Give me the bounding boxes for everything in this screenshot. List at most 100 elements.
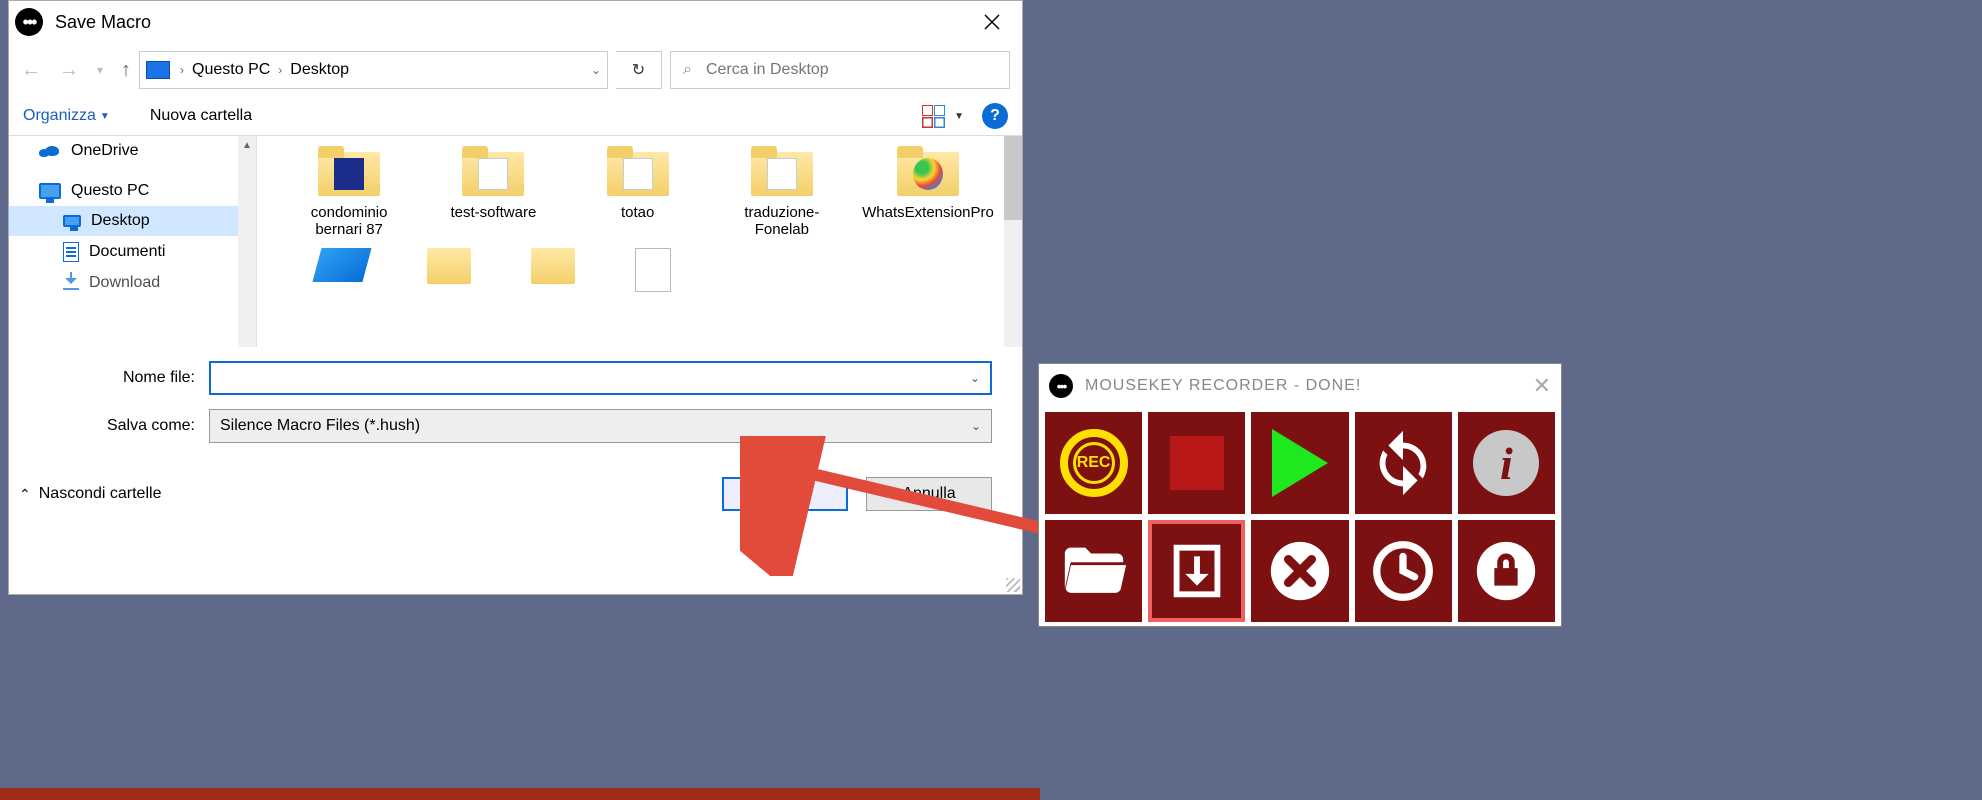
view-icon <box>922 105 944 127</box>
saveas-label: Salva come: <box>39 417 209 435</box>
save-button[interactable]: Salva <box>722 477 848 511</box>
folder-item[interactable]: totao <box>576 146 700 238</box>
nav-scrollbar[interactable]: ▲ <box>238 136 256 347</box>
nav-documents[interactable]: Documenti <box>9 236 256 268</box>
dropdown-icon: ▼ <box>954 111 964 122</box>
folder-icon <box>318 146 380 196</box>
chevron-icon: › <box>180 63 184 77</box>
folder-item[interactable]: WhatsExtensionPro <box>864 146 992 238</box>
file-label: WhatsExtensionPro <box>862 204 994 221</box>
new-folder-button[interactable]: Nuova cartella <box>150 107 252 125</box>
organize-menu[interactable]: Organizza ▼ <box>23 107 110 125</box>
nav-pane: OneDrive Questo PC Desktop Documenti Dow… <box>9 136 257 347</box>
schedule-button[interactable] <box>1355 520 1452 622</box>
taskbar-strip <box>0 788 1040 800</box>
nav-onedrive[interactable]: OneDrive <box>9 136 256 166</box>
nav-label: Download <box>89 274 160 292</box>
close-button[interactable] <box>968 1 1016 43</box>
nav-label: Questo PC <box>71 182 149 200</box>
search-icon: ⌕ <box>683 61 692 79</box>
file-item[interactable] <box>531 248 575 284</box>
breadcrumb-location[interactable]: Desktop <box>290 61 349 79</box>
refresh-button[interactable]: ↻ <box>616 51 662 89</box>
monitor-icon <box>63 215 81 227</box>
dropdown-icon[interactable]: ⌄ <box>971 419 981 433</box>
nav-row: ← → ▾ ↑ › Questo PC › Desktop ⌄ ↻ ⌕ <box>9 43 1022 97</box>
lock-icon <box>1471 536 1541 606</box>
nav-label: Documenti <box>89 243 165 261</box>
search-input[interactable] <box>706 61 997 79</box>
dropdown-icon: ▼ <box>100 111 110 122</box>
file-item[interactable] <box>427 248 471 284</box>
breadcrumb-dropdown[interactable]: ⌄ <box>591 63 601 77</box>
file-scrollbar[interactable] <box>1004 136 1022 347</box>
cancel-button[interactable]: Annulla <box>866 477 992 511</box>
cancel-circle-icon <box>1265 536 1335 606</box>
lock-button[interactable] <box>1458 520 1555 622</box>
nav-thispc[interactable]: Questo PC <box>9 176 256 206</box>
help-button[interactable]: ? <box>982 103 1008 129</box>
nav-desktop[interactable]: Desktop <box>9 206 256 236</box>
save-download-icon <box>1162 536 1232 606</box>
file-item[interactable] <box>635 248 671 292</box>
play-icon <box>1272 429 1328 497</box>
stop-icon <box>1170 436 1224 490</box>
saveas-value: Silence Macro Files (*.hush) <box>220 417 420 435</box>
info-icon: i <box>1473 430 1539 496</box>
app-icon: ••• <box>15 8 43 36</box>
play-button[interactable] <box>1251 412 1348 514</box>
toolbar: Organizza ▼ Nuova cartella ▼ ? <box>9 97 1022 135</box>
scroll-up-icon[interactable]: ▲ <box>238 136 256 154</box>
breadcrumb[interactable]: › Questo PC › Desktop ⌄ <box>139 51 608 89</box>
folder-icon <box>897 146 959 196</box>
titlebar: ••• Save Macro <box>9 1 1022 43</box>
recorder-close-button[interactable]: ✕ <box>1533 373 1551 399</box>
info-button[interactable]: i <box>1458 412 1555 514</box>
resize-grip[interactable] <box>1006 578 1020 592</box>
dropdown-history[interactable]: ▾ <box>97 63 103 77</box>
save-macro-dialog: ••• Save Macro ← → ▾ ↑ › Questo PC › Des… <box>8 0 1023 595</box>
forward-button[interactable]: → <box>59 59 79 82</box>
search-box[interactable]: ⌕ <box>670 51 1010 89</box>
pc-icon <box>146 61 170 79</box>
file-pane: condominio bernari 87 test-software tota… <box>257 136 1022 347</box>
delete-button[interactable] <box>1251 520 1348 622</box>
folder-item[interactable]: test-software <box>431 146 555 238</box>
view-options[interactable]: ▼ <box>922 105 964 127</box>
organize-label: Organizza <box>23 107 96 125</box>
nav-label: OneDrive <box>71 142 139 160</box>
mousekey-recorder-window: ••• MOUSEKEY RECORDER - DONE! ✕ REC i <box>1038 363 1562 627</box>
hide-folders-label: Nascondi cartelle <box>39 485 162 503</box>
button-row: ⌃ Nascondi cartelle Salva Annulla <box>9 463 1022 529</box>
recorder-toolbar: REC i <box>1039 408 1561 626</box>
saveas-select[interactable]: Silence Macro Files (*.hush) ⌄ <box>209 409 992 443</box>
onedrive-icon <box>39 144 61 158</box>
back-button[interactable]: ← <box>21 59 41 82</box>
loop-button[interactable] <box>1355 412 1452 514</box>
recorder-titlebar: ••• MOUSEKEY RECORDER - DONE! ✕ <box>1039 364 1561 408</box>
folder-icon <box>462 146 524 196</box>
folder-item[interactable]: condominio bernari 87 <box>287 146 411 238</box>
loop-icon <box>1368 428 1438 498</box>
folder-item[interactable]: traduzione-Fonelab <box>720 146 844 238</box>
save-macro-button[interactable] <box>1148 520 1245 622</box>
stop-button[interactable] <box>1148 412 1245 514</box>
file-label: totao <box>621 204 654 221</box>
record-button[interactable]: REC <box>1045 412 1142 514</box>
folder-icon <box>751 146 813 196</box>
monitor-icon <box>39 183 61 199</box>
up-button[interactable]: ↑ <box>121 59 131 82</box>
filename-input[interactable]: ⌄ <box>209 361 992 395</box>
file-item[interactable] <box>312 248 371 282</box>
dialog-title: Save Macro <box>55 12 968 33</box>
nav-download[interactable]: Download <box>9 268 256 298</box>
dropdown-icon[interactable]: ⌄ <box>970 371 980 385</box>
hide-folders-toggle[interactable]: ⌃ Nascondi cartelle <box>19 485 161 503</box>
download-icon <box>63 276 79 290</box>
breadcrumb-pc[interactable]: Questo PC <box>192 61 270 79</box>
caret-up-icon: ⌃ <box>19 486 31 503</box>
document-icon <box>63 242 79 262</box>
open-button[interactable] <box>1045 520 1142 622</box>
clock-icon <box>1368 536 1438 606</box>
nav-arrows: ← → ▾ ↑ <box>21 59 131 82</box>
